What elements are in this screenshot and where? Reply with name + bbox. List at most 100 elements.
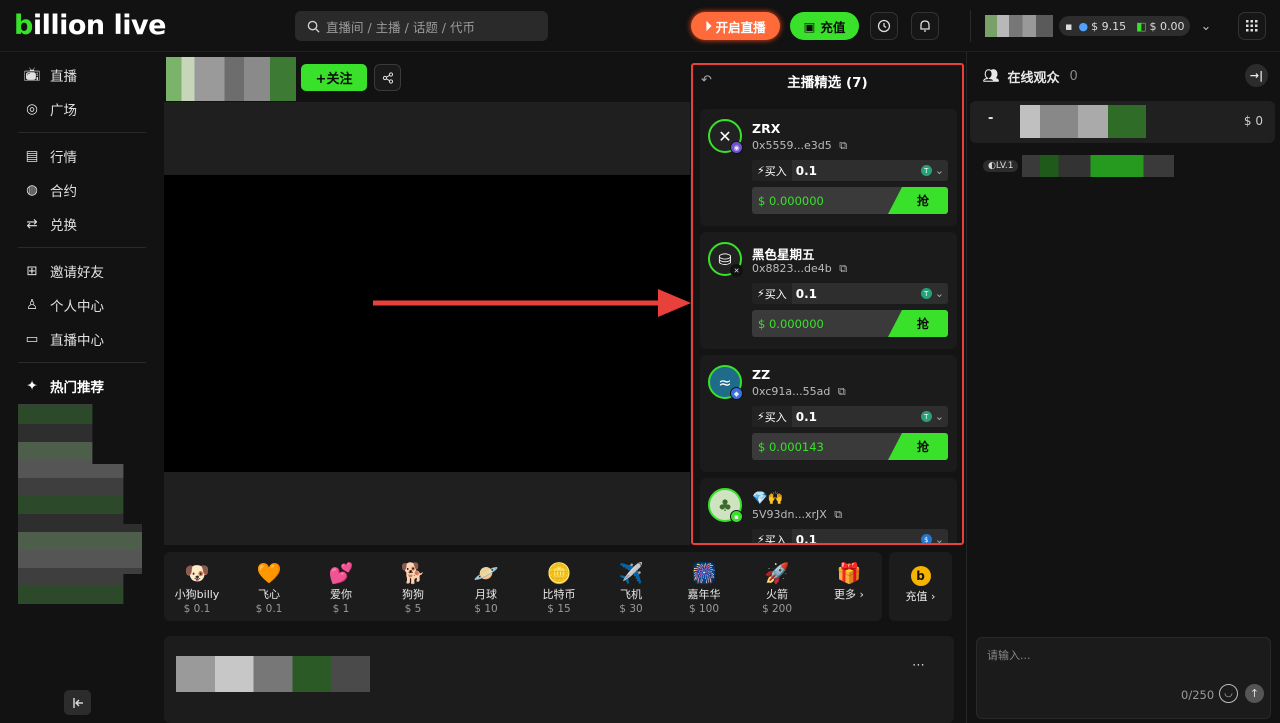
chevron-down-icon[interactable]: ⌄: [935, 287, 944, 300]
send-icon[interactable]: ↑: [1245, 684, 1264, 703]
buy-amount-value[interactable]: 0.1: [792, 410, 921, 424]
deposit-button[interactable]: ▣ 充值: [790, 12, 859, 40]
buy-label: ⚡ 买入: [752, 529, 792, 543]
coin-icon: b: [910, 566, 931, 586]
token-name: ZZ: [752, 367, 771, 382]
online-count: 0: [1069, 68, 1078, 84]
sidebar-item-live-center[interactable]: ▭ 直播中心: [0, 322, 160, 356]
recharge-button[interactable]: b 充值 ›: [889, 552, 952, 621]
grab-button[interactable]: 抢: [888, 310, 948, 337]
usdt-icon: T: [920, 165, 932, 176]
follow-button[interactable]: +关注: [301, 64, 367, 91]
buy-amount-value[interactable]: 0.1: [792, 533, 921, 544]
more-options-icon[interactable]: ⋯: [912, 658, 926, 673]
swap-icon: ⇄: [26, 216, 38, 232]
search-icon: [307, 20, 320, 33]
sidebar-item-swap[interactable]: ⇄ 兑换: [0, 207, 160, 241]
buy-amount-value[interactable]: 0.1: [792, 164, 921, 178]
price-row: $ 0.000000 抢: [752, 310, 948, 337]
history-icon[interactable]: [870, 12, 898, 40]
video-letterbox-bottom: [164, 472, 690, 545]
chevron-down-icon[interactable]: ⌄: [1200, 19, 1211, 34]
copy-icon[interactable]: ⧉: [839, 262, 847, 275]
rocket-icon: 🚀: [764, 561, 790, 585]
copy-icon[interactable]: ⧉: [839, 139, 847, 152]
chevron-down-icon[interactable]: ⌄: [935, 533, 944, 543]
sidebar-item-contract[interactable]: ◍ 合约: [0, 173, 160, 207]
buy-amount-field[interactable]: ⚡ 买入 0.1 T ⌄: [752, 160, 948, 181]
balance-badge: ▪ ● $ 9.15 ◧ $ 0.00: [1059, 16, 1191, 36]
share-icon[interactable]: [374, 64, 401, 91]
sidebar-item-live[interactable]: 📺︎ 直播: [0, 58, 160, 92]
gift-item[interactable]: 🪙 比特币 $ 15: [524, 560, 594, 615]
buy-label: ⚡ 买入: [752, 283, 792, 304]
buy-label: ⚡ 买入: [752, 406, 792, 427]
shiba-icon: 🐕: [400, 561, 426, 585]
gift-more-button[interactable]: 🎁 更多 ›: [814, 560, 884, 602]
usdt-icon: ●: [1078, 19, 1089, 33]
gift-item[interactable]: 🎆 嘉年华 $ 100: [669, 560, 739, 615]
chevron-down-icon[interactable]: ⌄: [935, 410, 944, 423]
sidebar-item-square[interactable]: ◎ 广场: [0, 92, 160, 126]
token-icon: ◧: [1136, 19, 1147, 33]
copy-icon[interactable]: ⧉: [834, 508, 842, 521]
collapse-sidebar-icon[interactable]: [64, 690, 91, 715]
gift-item[interactable]: 🚀 火箭 $ 200: [742, 560, 812, 615]
gift-item[interactable]: ✈️ 飞机 $ 30: [596, 560, 666, 615]
hot-list-blurred[interactable]: [18, 404, 142, 604]
tree-icon: ♣ ▪: [708, 488, 743, 523]
grab-button[interactable]: 抢: [888, 433, 948, 460]
bitcoin-icon: 🪙: [546, 561, 572, 585]
compass-icon: ◎: [26, 101, 38, 117]
streamer-picks-panel: ↶ 主播精选 (7) ✕ ◉ ZRX 0x5559...e3d5 ⧉ ⚡ 买入 0.…: [691, 63, 964, 545]
price-row: $ 0.000143 抢: [752, 433, 948, 460]
level-badge: ◐LV.1: [983, 160, 1019, 172]
sidebar: 📺︎ 直播 ◎ 广场 ▤ 行情 ◍ 合约 ⇄ 兑换 ⊞ 邀请好友 ♙ 个人中心 ▭ 直播中心 ✦…: [0, 52, 160, 723]
buy-amount-field[interactable]: ⚡ 买入 0.1 $ ⌄: [752, 529, 948, 544]
gift-item[interactable]: 💕 爱你 $ 1: [306, 560, 376, 615]
chat-input[interactable]: 请输入... 0/250 ◡ ↑: [976, 637, 1271, 719]
gift-item[interactable]: 🪐 月球 $ 10: [451, 560, 521, 615]
gift-item[interactable]: 🧡 飞心 $ 0.1: [234, 560, 304, 615]
grid-menu-icon[interactable]: [1238, 12, 1266, 40]
expand-panel-icon[interactable]: →|: [1245, 64, 1268, 87]
users-icon: 👥︎: [983, 68, 1000, 84]
planet-icon: 🪐: [473, 561, 499, 585]
logo[interactable]: billion live: [14, 10, 166, 41]
chevron-down-icon[interactable]: ⌄: [935, 164, 944, 177]
buy-amount-field[interactable]: ⚡ 买入 0.1 T ⌄: [752, 406, 948, 427]
video-player[interactable]: [164, 175, 690, 472]
wallet-icon: ▪: [1065, 19, 1073, 33]
grab-button[interactable]: 抢: [888, 187, 948, 214]
viewer-row[interactable]: - $ 0: [970, 101, 1275, 143]
gift-icon: ⊞: [26, 263, 38, 279]
sidebar-item-profile[interactable]: ♙ 个人中心: [0, 288, 160, 322]
buy-amount-value[interactable]: 0.1: [792, 287, 921, 301]
search-input[interactable]: 直播间 / 主播 / 话题 / 代币: [295, 11, 548, 41]
token-name: 黑色星期五: [752, 247, 815, 262]
start-live-button[interactable]: ⏵ 开启直播: [691, 12, 780, 40]
gift-item[interactable]: 🐕 狗狗 $ 5: [378, 560, 448, 615]
divider: [18, 132, 146, 133]
copy-icon[interactable]: ⧉: [838, 385, 846, 398]
token-price: $ 0.000000: [758, 316, 824, 331]
gift-item[interactable]: 🐶 小狗billy $ 0.1: [162, 560, 232, 615]
sidebar-item-invite[interactable]: ⊞ 邀请好友: [0, 254, 160, 288]
token-address: 0x8823...de4b ⧉: [752, 262, 848, 275]
user-icon: ♙: [25, 297, 39, 313]
streamer-info-blurred: [176, 656, 370, 692]
chat-message-blurred: [1022, 155, 1175, 177]
emoji-icon[interactable]: ◡: [1219, 684, 1238, 703]
buy-amount-field[interactable]: ⚡ 买入 0.1 T ⌄: [752, 283, 948, 304]
contract-icon: ◍: [26, 182, 38, 198]
usdt-icon: T: [920, 411, 932, 422]
zz-icon: ≈ ◆: [708, 365, 743, 400]
annotation-arrow: [373, 289, 691, 317]
bell-icon[interactable]: [911, 12, 939, 40]
avatar: [985, 15, 1053, 37]
sparkle-icon: ✦: [26, 378, 38, 394]
token-address: 0xc91a...55ad ⧉: [752, 385, 846, 398]
sidebar-item-market[interactable]: ▤ 行情: [0, 139, 160, 173]
account-area[interactable]: ▪ ● $ 9.15 ◧ $ 0.00 ⌄: [970, 10, 1228, 42]
streamer-avatar-blurred[interactable]: [166, 57, 296, 101]
